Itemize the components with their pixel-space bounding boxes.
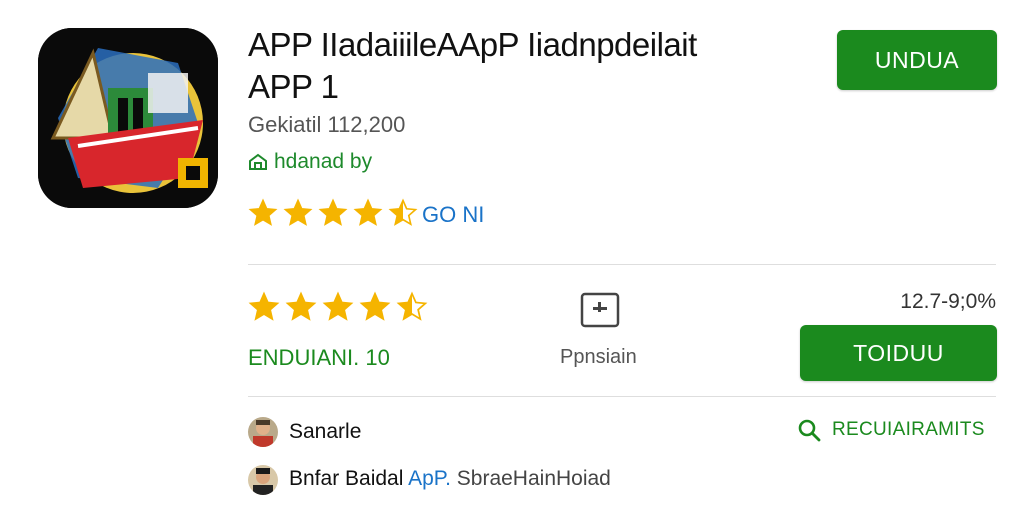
app-subtitle: Gekiatil 112,200 xyxy=(248,112,406,137)
rating-count[interactable]: ENDUIANI. 10 xyxy=(248,345,390,371)
search-icon xyxy=(798,419,821,442)
divider xyxy=(248,264,996,265)
app-title-line2: APP 1 xyxy=(248,68,339,105)
star-icon xyxy=(396,291,428,321)
star-icon xyxy=(359,291,391,321)
avatar xyxy=(248,417,278,447)
developer-name[interactable]: hdanad by xyxy=(274,150,372,174)
app-title: APP IIadaiiileAApP Iiadnpdeilait xyxy=(248,26,697,63)
install-button[interactable]: UNDUA xyxy=(837,30,997,90)
action-button[interactable]: TOIDUU xyxy=(800,325,997,381)
store-icon xyxy=(249,153,267,170)
top-rating-stars xyxy=(248,198,421,228)
star-icon xyxy=(353,198,383,226)
star-icon xyxy=(318,198,348,226)
reviewer-comment: SbraeHainHoiad xyxy=(456,467,611,490)
reviewer-name: Sanarle xyxy=(289,420,362,443)
divider xyxy=(248,396,996,397)
rating-stars xyxy=(248,291,431,323)
star-icon xyxy=(285,291,317,321)
top-rating-label[interactable]: GO NI xyxy=(422,202,484,228)
star-icon xyxy=(283,198,313,226)
reviewer-app-tag: ApP. xyxy=(408,467,451,490)
star-icon xyxy=(248,198,278,226)
star-icon xyxy=(248,291,280,321)
developer-link[interactable]: hdanad by xyxy=(248,150,372,174)
avatar xyxy=(248,465,278,495)
star-icon xyxy=(388,198,418,226)
star-icon xyxy=(322,291,354,321)
permissions-label: Ppnsiain xyxy=(560,346,637,368)
reviewer-line: Bnfar Baidal ApP. SbraeHainHoiad xyxy=(289,467,611,491)
app-icon xyxy=(38,28,218,208)
permissions-icon[interactable] xyxy=(580,292,620,328)
requirements-label[interactable]: RECUIAIRAMITS xyxy=(832,419,985,441)
size-label: 12.7-9;0% xyxy=(900,290,996,313)
reviewer-name: Bnfar Baidal xyxy=(289,467,404,490)
requirements-link[interactable]: RECUIAIRAMITS xyxy=(796,417,985,443)
